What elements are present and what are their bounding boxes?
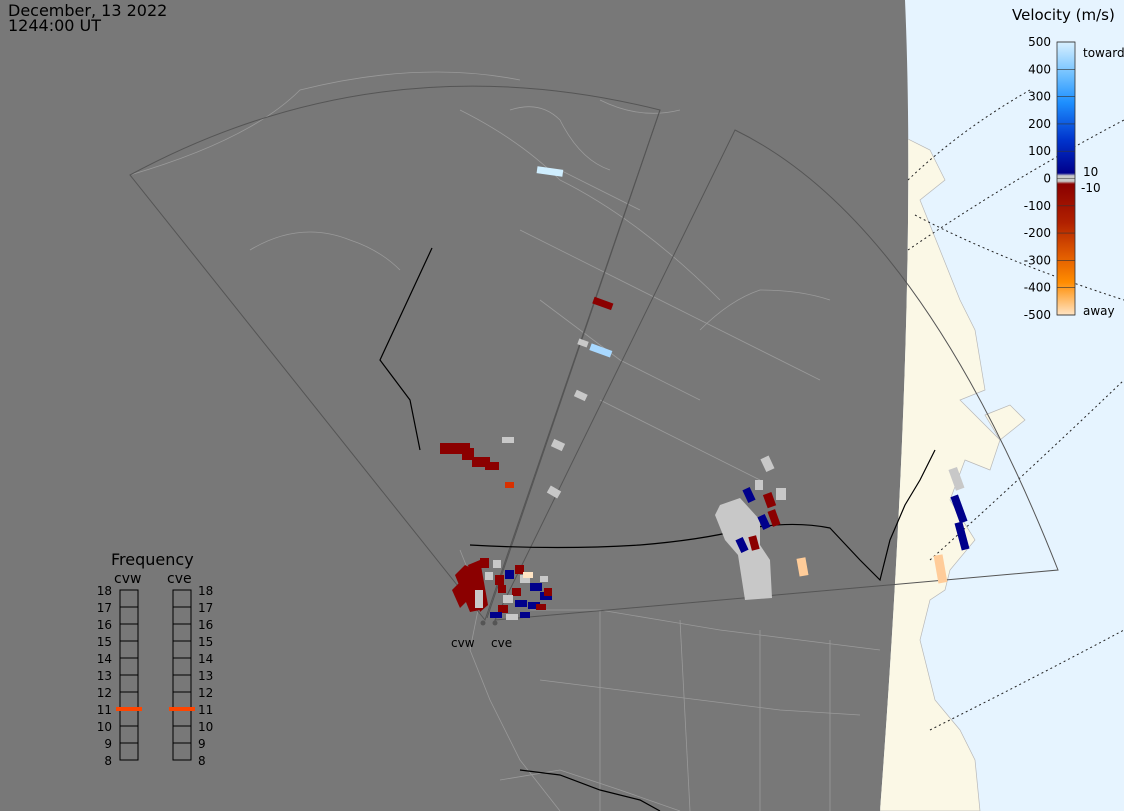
velocity-inner-label-neg: -10: [1081, 181, 1101, 195]
time-label: 1244:00 UT: [8, 16, 101, 35]
freq-mhz-label: 13: [97, 669, 112, 683]
freq-mhz-label: 8: [104, 754, 112, 768]
cve-site-label: cve: [491, 636, 512, 650]
freq-mhz-label: 12: [97, 686, 112, 700]
freq-mhz-label: 17: [198, 601, 213, 615]
cvw-site-marker: [480, 620, 486, 626]
freq-radar-label-cvw: cvw: [114, 571, 141, 587]
freq-active-marker-cve: [169, 707, 195, 711]
freq-mhz-label: 11: [97, 703, 112, 717]
freq-mhz-label: 14: [97, 652, 112, 666]
freq-mhz-label: 9: [198, 737, 206, 751]
map-canvas: cvw cve December, 13 2022 1244:00 UT Vel…: [0, 0, 1124, 811]
freq-mhz-label: 11: [198, 703, 213, 717]
velocity-title: Velocity (m/s): [1012, 6, 1115, 24]
freq-mhz-label: 15: [198, 635, 213, 649]
freq-mhz-label: 16: [97, 618, 112, 632]
freq-mhz-label: 15: [97, 635, 112, 649]
freq-radar-label-cve: cve: [167, 571, 192, 587]
freq-mhz-label: 10: [97, 720, 112, 734]
velocity-tick-label: -400: [1024, 281, 1051, 295]
freq-active-marker-cvw: [116, 707, 142, 711]
velocity-tick-label: 100: [1028, 144, 1051, 158]
freq-mhz-label: 13: [198, 669, 213, 683]
cvw-site-label: cvw: [451, 636, 475, 650]
freq-mhz-label: 18: [198, 584, 213, 598]
freq-mhz-label: 12: [198, 686, 213, 700]
velocity-away-label: away: [1083, 304, 1115, 318]
freq-mhz-label: 9: [104, 737, 112, 751]
velocity-tick-label: 300: [1028, 90, 1051, 104]
cve-site-marker: [492, 620, 498, 626]
velocity-tick-label: -500: [1024, 308, 1051, 322]
freq-mhz-label: 14: [198, 652, 213, 666]
freq-mhz-label: 8: [198, 754, 206, 768]
velocity-inner-label-pos: 10: [1083, 165, 1098, 179]
radar-map-view: cvw cve December, 13 2022 1244:00 UT Vel…: [0, 0, 1124, 811]
velocity-tick-label: 500: [1028, 35, 1051, 49]
velocity-tick-label: -200: [1024, 226, 1051, 240]
velocity-tick-label: 400: [1028, 62, 1051, 76]
freq-mhz-label: 18: [97, 584, 112, 598]
velocity-tick-label: -300: [1024, 253, 1051, 267]
velocity-tick-label: 200: [1028, 117, 1051, 131]
frequency-title: Frequency: [111, 550, 194, 569]
freq-mhz-label: 17: [97, 601, 112, 615]
velocity-tick-label: -100: [1024, 199, 1051, 213]
freq-mhz-label: 16: [198, 618, 213, 632]
freq-mhz-label: 10: [198, 720, 213, 734]
velocity-tick-label: 0: [1043, 172, 1051, 186]
velocity-toward-label: toward: [1083, 46, 1124, 60]
